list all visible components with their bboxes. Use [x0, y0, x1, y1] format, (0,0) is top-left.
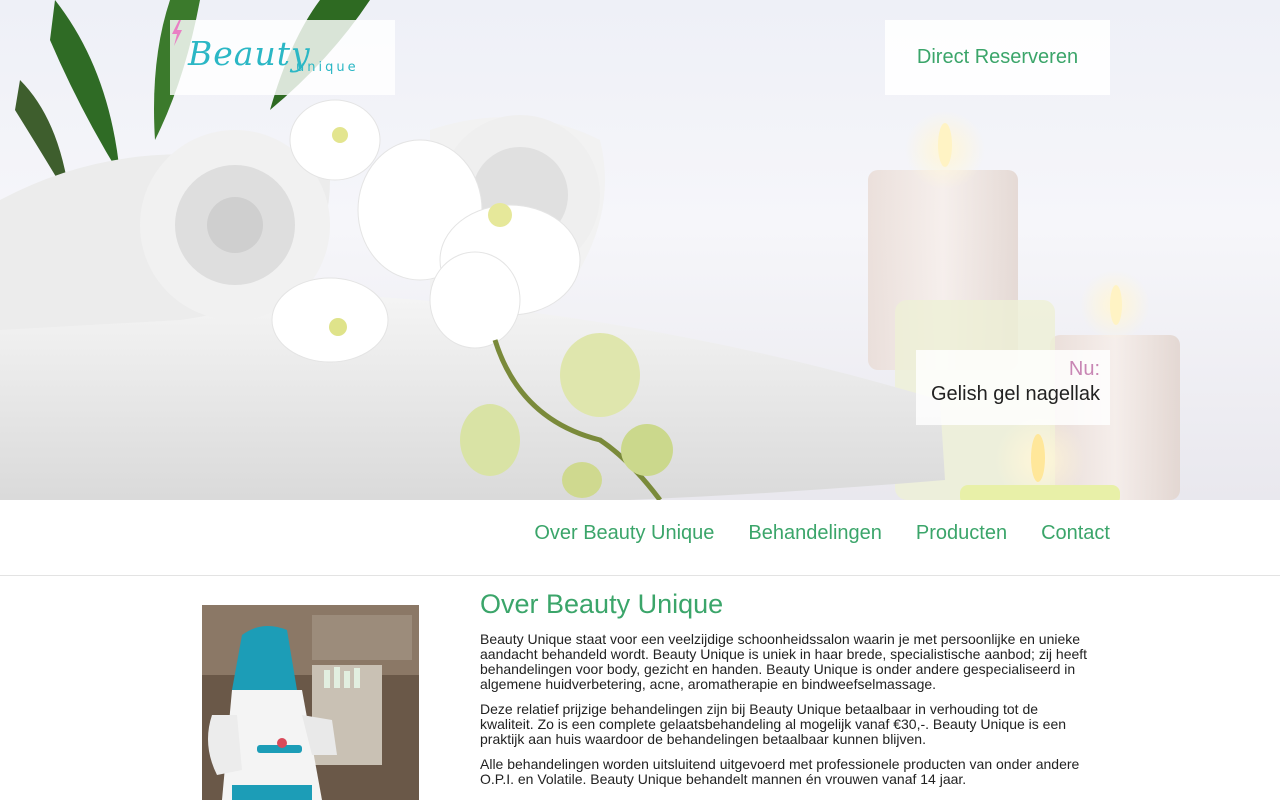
- nav-item-over[interactable]: Over Beauty Unique: [534, 522, 714, 545]
- reserve-button[interactable]: Direct Reserveren: [885, 20, 1110, 95]
- promo-text: Gelish gel nagellak: [931, 383, 1100, 405]
- logo[interactable]: Beauty unique: [170, 20, 395, 95]
- salon-photo: [202, 605, 419, 800]
- paragraph: Deze relatief prijzige behandelingen zij…: [480, 701, 1067, 747]
- nav-item-contact[interactable]: Contact: [1041, 522, 1110, 545]
- nav-item-behandelingen[interactable]: Behandelingen: [748, 522, 881, 545]
- hero-banner: Beauty unique Direct Reserveren Nu: Geli…: [0, 0, 1280, 500]
- logo-sub-text: unique: [296, 60, 359, 75]
- main-navigation: Over Beauty Unique Behandelingen Product…: [0, 500, 1280, 576]
- page-title: Over Beauty Unique: [480, 589, 724, 619]
- about-section: Over Beauty Unique Beauty Unique staat v…: [480, 588, 1090, 797]
- nav-item-producten[interactable]: Producten: [916, 522, 1007, 545]
- promo-label: Nu:: [1068, 358, 1100, 380]
- logo-script-text: Beauty: [188, 34, 311, 73]
- paragraph: Alle behandelingen worden uitsluitend ui…: [480, 756, 1080, 787]
- promo-box[interactable]: Nu: Gelish gel nagellak: [916, 350, 1110, 425]
- lightning-bolt-icon: [172, 20, 182, 46]
- paragraph: Beauty Unique staat voor een veelzijdige…: [480, 631, 1088, 692]
